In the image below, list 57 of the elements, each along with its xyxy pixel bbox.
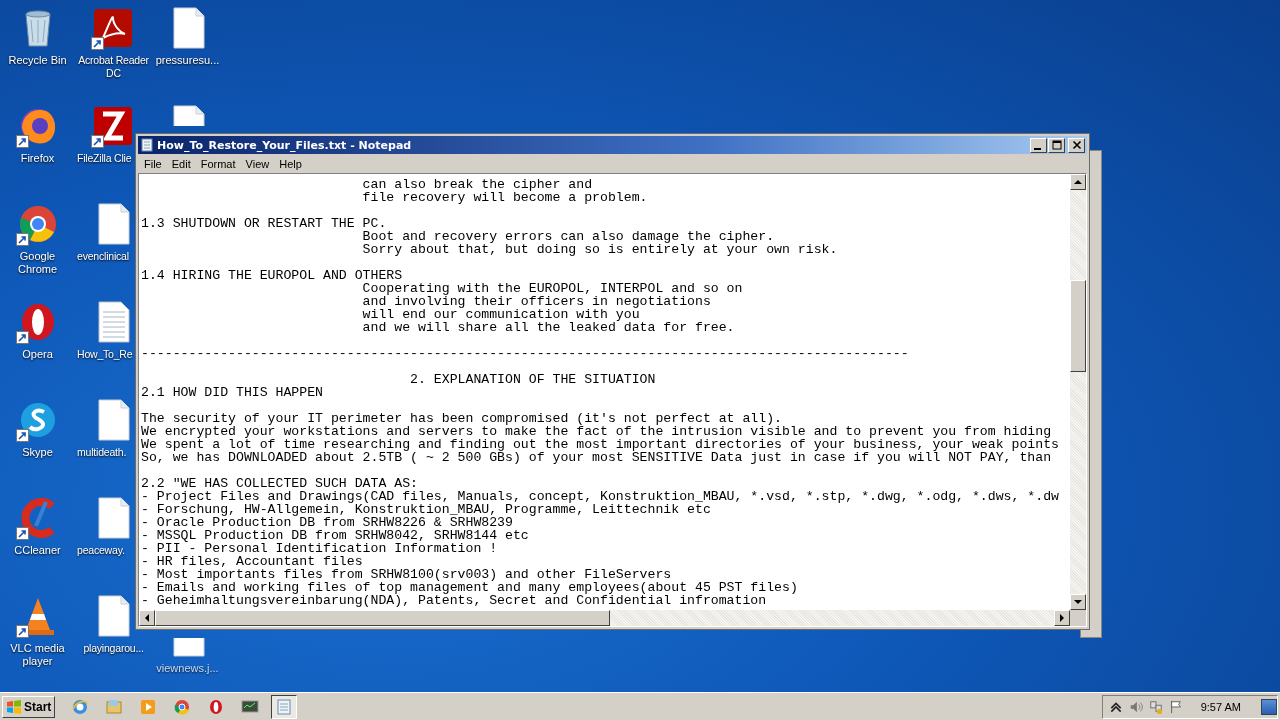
maximize-button[interactable] [1048, 137, 1065, 153]
desktop-icon-label[interactable]: Opera [22, 348, 53, 361]
speaker-icon[interactable] [1128, 699, 1143, 714]
desktop-icon-label[interactable]: viewnews.j... [156, 662, 219, 675]
window-title: How_To_Restore_Your_Files.txt - Notepad [157, 138, 413, 152]
up-arrow-icon [1074, 178, 1082, 186]
size-grip[interactable] [1070, 610, 1086, 626]
desktop-icon-label[interactable]: Firefox [20, 152, 55, 165]
desktop-icon-label[interactable]: Acrobat Reader DC [75, 54, 150, 80]
left-arrow-icon [143, 614, 151, 622]
scroll-down-button[interactable] [1070, 594, 1086, 610]
menu-item[interactable]: File [140, 157, 168, 170]
close-icon [1071, 140, 1082, 150]
filezilla-icon[interactable] [90, 104, 135, 148]
desktop-icon-label[interactable]: FileZilla Clie [75, 152, 132, 165]
show-desktop-button[interactable] [1261, 698, 1277, 715]
internet-explorer-icon [71, 697, 90, 716]
acrobat-icon[interactable] [90, 6, 135, 50]
maximize-icon [1051, 140, 1062, 150]
notepad-icon [140, 138, 154, 152]
monitor-icon [241, 697, 260, 716]
desktop-icon-label[interactable]: Recycle Bin [8, 54, 67, 67]
right-arrow-icon [1058, 614, 1066, 622]
desktop-icon-label[interactable]: VLC media player [0, 642, 75, 668]
document-text: can also break the cipher and file recovery will become a problem. 1.3 SHUTDOWN OR RESTART THE PC. Boot and recovery errors can also damage the cipher. Sorry about that, but doing so is entirely at your own risk. 1.4 HIRING THE EUROPOL AND OTHERS Cooperating with the EUROPOL, INTERPOL and so on and involving their officers in negotiations will end our communication with you and we will share all the leaked data for free. ------------------------------------------------------------------------------------------------- 2. EXPLANATION OF THE SITUATION 2.1 HOW DID THIS HAPPEN The security of your IT perimeter has been compromised (it's not perfect at all). We encrypted your workstations and servers to make the fact of the intrusion visible and to prevent you from hiding We spent a lot of time researching and finding out the most important directories of your business, your weak points So, we has DOWNLOADED about 2.5TB ( ~ 2 500 GBs) of your most SENSITIVE Data just in case if you will NOT PAY, than 2.2 "WE HAS COLLECTED SUCH DATA AS: - Project Files and Drawings(CAD files, Manuals, concept, Konstruktion_MBAU, *.vsd, *.stp, *.dwg, *.odg, *.dws, *.dw - Forschung, HW-Allgemein, Konstruktion_MBAU, Programme, Leittechnik etc - Oracle Production DB from SRHW8226 & SRHW8239 - MSSQL Production DB from SRHW8042, SRHW8144 etc - PII - Personal Identification Information ! - HR files, Accountant files - Most importants files from SRHW8100(srv003) and other FileServers - Emails and working files of top management and many employees(about 45 PST files) - Geheimhaltungsvereinbarung(NDA), Patents, Secret and Confidential infromation [140, 176, 1060, 610]
desktop-icon-label[interactable]: peaceway. [75, 544, 125, 557]
notepad-icon [275, 697, 294, 716]
menu-item[interactable]: Edit [167, 157, 197, 170]
desktop-icon-label[interactable]: How_To_Re [75, 348, 133, 361]
menu-item[interactable]: Format [196, 157, 242, 170]
scroll-right-button[interactable] [1054, 610, 1070, 626]
scroll-thumb[interactable] [1070, 280, 1086, 372]
desktop-icon-label[interactable]: CCleaner [14, 544, 61, 557]
scroll-thumb[interactable] [155, 610, 610, 626]
minimize-icon [1034, 147, 1041, 150]
scroll-up-button[interactable] [1070, 174, 1086, 190]
menu-item[interactable]: Help [275, 157, 308, 170]
desktop-icon-label[interactable]: multideath. [75, 446, 127, 459]
desktop-icon-label[interactable]: pressuresu... [155, 54, 220, 67]
close-button[interactable] [1068, 137, 1085, 153]
flag-icon[interactable] [1168, 699, 1183, 714]
clock[interactable]: 9:57 AM [1200, 700, 1241, 713]
desktop-icon-label[interactable]: Google Chrome [0, 250, 75, 276]
network-icon[interactable] [1148, 699, 1163, 714]
media-player-icon [139, 697, 158, 716]
desktop-icon-label[interactable]: evenclinical [75, 250, 129, 263]
menu-item[interactable]: View [241, 157, 276, 170]
down-arrow-icon [1074, 598, 1082, 606]
chrome-icon [173, 697, 192, 716]
start-logo-icon [6, 698, 22, 715]
taskbar-button[interactable] [271, 694, 298, 719]
desktop-icon-label[interactable]: playingarou... [81, 642, 144, 655]
minimize-button[interactable] [1030, 137, 1047, 153]
folder-icon [105, 697, 124, 716]
start-button[interactable]: Start [2, 695, 56, 718]
scroll-left-button[interactable] [139, 610, 155, 626]
desktop-icon-label[interactable]: Skype [22, 446, 53, 459]
